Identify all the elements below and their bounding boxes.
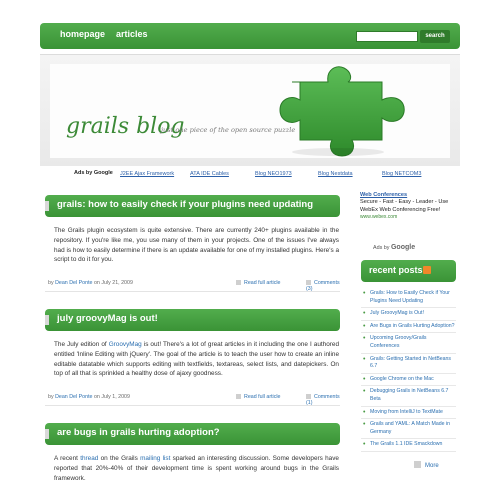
sidebar-ad: Web Conferences Secure - Fast - Easy - L… <box>360 192 456 254</box>
post-title-bar: are bugs in grails hurting adoption? <box>45 423 340 445</box>
recent-post-link[interactable]: Moving from IntelliJ to TextMate <box>361 407 456 420</box>
comment-icon <box>306 280 311 285</box>
ad-text: Secure - Fast - Easy - Leader - Use WebE… <box>360 199 449 213</box>
read-label: Read full article <box>244 394 281 400</box>
title-marker <box>45 429 49 439</box>
sidebar: Web Conferences Secure - Fast - Easy - L… <box>356 188 460 482</box>
post-date: July 1, 2009 <box>101 394 130 400</box>
recent-post-link[interactable]: Upcoming Groovy/Grails Conferences <box>361 333 456 354</box>
post-title-link[interactable]: grails: how to easily check if your plug… <box>57 199 313 210</box>
ad-bar: Ads by Google J2EE Ajax Framework ATA ID… <box>40 168 460 180</box>
post-body: The July edition of GroovyMag is out! Th… <box>54 340 339 379</box>
post-title-link[interactable]: are bugs in grails hurting adoption? <box>57 427 220 438</box>
by-prefix: by <box>48 280 54 286</box>
header-panel: grails blog just one piece of the open s… <box>50 64 450 158</box>
read-full-article-link[interactable]: Read full article <box>236 394 281 400</box>
recent-post-link[interactable]: Are Bugs in Grails Hurting Adoption? <box>361 321 456 334</box>
post-title-bar: july groovyMag is out! <box>45 309 340 331</box>
recent-post-link[interactable]: Grails and YAML: A Match Made in Germany <box>361 419 456 440</box>
ad-title-link[interactable]: Web Conferences <box>360 192 456 199</box>
recent-posts-title: recent posts <box>369 265 423 275</box>
groovymag-link[interactable]: GroovyMag <box>109 341 142 348</box>
document-icon <box>236 280 241 285</box>
post-body: A recent thread on the Grails mailing li… <box>54 454 339 482</box>
post-date: July 21, 2009 <box>101 280 133 286</box>
title-marker <box>45 201 49 211</box>
divider <box>45 291 340 292</box>
post-body-text: A recent <box>54 455 81 462</box>
post-body-text: The July edition of <box>54 341 109 348</box>
post-title-link[interactable]: july groovyMag is out! <box>57 313 158 324</box>
by-prefix: by <box>48 394 54 400</box>
ad-link[interactable]: Blog NEO1973 <box>255 171 292 177</box>
thread-link[interactable]: thread <box>80 455 98 462</box>
post-body-text: on the Grails <box>98 455 141 462</box>
google-logo: Google <box>390 244 416 251</box>
blog-header: grails blog just one piece of the open s… <box>40 54 460 166</box>
ads-by-google-label: Ads by Google <box>74 170 113 176</box>
post-author-link[interactable]: Dean Del Ponte <box>55 394 92 400</box>
recent-post-link[interactable]: Debugging Grails in NetBeans 6.7 Beta <box>361 386 456 407</box>
title-marker <box>45 315 49 325</box>
document-icon <box>236 394 241 399</box>
ad-link[interactable]: J2EE Ajax Framework <box>120 171 174 177</box>
read-full-article-link[interactable]: Read full article <box>236 280 281 286</box>
posts-column: grails: how to easily check if your plug… <box>40 188 345 482</box>
nav-homepage-link[interactable]: homepage <box>60 29 105 39</box>
comment-icon <box>306 394 311 399</box>
more-icon <box>414 461 421 468</box>
ads-by-google[interactable]: Ads by Google <box>373 244 415 252</box>
puzzle-piece-logo <box>279 66 405 157</box>
read-label: Read full article <box>244 280 281 286</box>
post-byline: by Dean Del Ponte on July 1, 2009 <box>48 394 130 400</box>
date-prefix: on <box>93 394 100 400</box>
post-author-link[interactable]: Dean Del Ponte <box>55 280 92 286</box>
ad-link[interactable]: ATA IDE Cables <box>190 171 229 177</box>
recent-post-link[interactable]: Grails: How to Easily Check if Your Plug… <box>361 288 456 309</box>
post-byline: by Dean Del Ponte on July 21, 2009 <box>48 280 133 286</box>
ads-by-label: Ads by <box>373 245 390 251</box>
nav-articles-link[interactable]: articles <box>116 29 148 39</box>
recent-posts-list: Grails: How to Easily Check if Your Plug… <box>361 288 456 452</box>
post-meta: by Dean Del Ponte on July 1, 2009 Read f… <box>48 392 340 406</box>
post-meta: by Dean Del Ponte on July 21, 2009 Read … <box>48 278 340 292</box>
search-input[interactable] <box>356 31 418 42</box>
more-label: More <box>425 463 439 469</box>
post-body: The Grails plugin ecosystem is quite ext… <box>54 227 339 264</box>
recent-post-link[interactable]: Google Chrome on the Mac <box>361 374 456 387</box>
ad-link[interactable]: Blog Nestdata <box>318 171 353 177</box>
blog-tagline: just one piece of the open source puzzle <box>161 126 296 134</box>
recent-post-link[interactable]: The Grails 1.1 IDE Smackdown <box>361 439 456 452</box>
search-button[interactable]: search <box>420 30 450 43</box>
top-nav-bar: homepage articles search <box>40 23 460 49</box>
divider <box>45 405 340 406</box>
ad-link[interactable]: Blog NETCOM3 <box>382 171 421 177</box>
post-title-bar: grails: how to easily check if your plug… <box>45 195 340 217</box>
more-link[interactable]: More <box>414 461 439 469</box>
date-prefix: on <box>93 280 100 286</box>
ad-url[interactable]: www.webex.com <box>360 214 456 221</box>
rss-icon[interactable] <box>423 266 431 274</box>
recent-posts-header: recent posts <box>361 260 456 282</box>
mailing-list-link[interactable]: mailing list <box>140 455 170 462</box>
recent-post-link[interactable]: Grails: Getting Started in NetBeans 6.7 <box>361 354 456 374</box>
recent-post-link[interactable]: July GroovyMag is Out! <box>361 308 456 321</box>
